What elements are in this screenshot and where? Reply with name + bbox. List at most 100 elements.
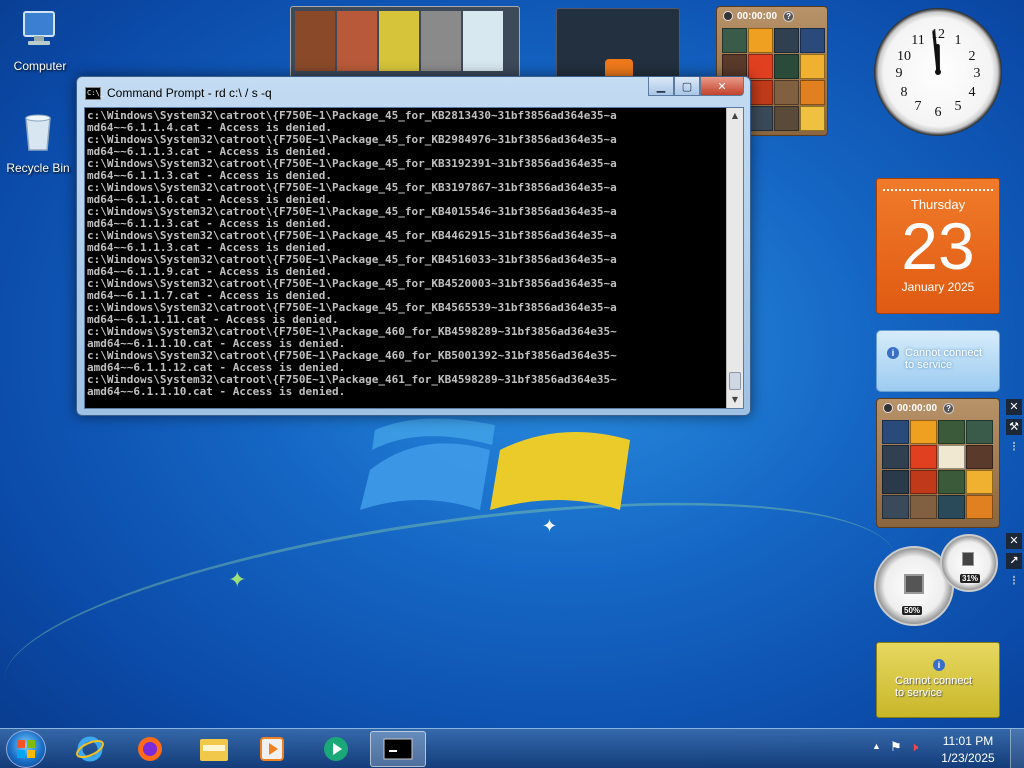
show-hidden-icons-icon[interactable]: ▲	[872, 741, 881, 751]
puzzle-tile[interactable]	[910, 495, 937, 519]
puzzle-tile[interactable]	[938, 445, 965, 469]
info-icon: i	[887, 347, 899, 359]
puzzle-timer: 00:00:00	[737, 10, 778, 22]
clock-gadget[interactable]: 12 1 2 345 678 9 10 11	[874, 8, 1002, 136]
show-desktop-button[interactable]	[1010, 729, 1024, 768]
puzzle-tile[interactable]	[966, 495, 993, 519]
taskbar-media-center[interactable]	[308, 731, 364, 767]
weather-gadget[interactable]: i Cannot connect to service	[876, 330, 1000, 392]
puzzle-tile[interactable]	[800, 106, 825, 131]
cpu-chip-icon	[904, 574, 924, 594]
gadget-drag-handle-icon[interactable]: ⋮	[1006, 573, 1022, 589]
puzzle-tile[interactable]	[774, 106, 799, 131]
volume-muted-icon[interactable]: 🕨	[910, 739, 918, 755]
calendar-month-year: January 2025	[901, 280, 975, 294]
cmd-icon: C:\_	[85, 86, 104, 100]
window-titlebar[interactable]: C:\_ Command Prompt - rd c:\ / s -q	[85, 82, 272, 104]
puzzle-tile[interactable]	[966, 470, 993, 494]
gadget-options-wrench-icon[interactable]: ⚒	[1006, 419, 1022, 435]
svg-text:5: 5	[955, 99, 962, 114]
puzzle-tile[interactable]	[882, 420, 909, 444]
puzzle-tile[interactable]	[938, 470, 965, 494]
puzzle-tile[interactable]	[882, 470, 909, 494]
desktop-icon-computer[interactable]: Computer	[2, 8, 78, 73]
minimize-button[interactable]: ▁	[648, 77, 674, 96]
puzzle-tile[interactable]	[882, 495, 909, 519]
taskbar-file-explorer[interactable]	[186, 731, 242, 767]
scroll-up-arrow-icon[interactable]: ▲	[727, 108, 743, 124]
picture-puzzle-gadget[interactable]: 00:00:00 ?	[876, 398, 1000, 528]
puzzle-help-button[interactable]: ?	[943, 402, 955, 414]
console-text: c:\Windows\System32\catroot\{F750E~1\Pac…	[87, 110, 727, 398]
puzzle-tile[interactable]	[748, 80, 773, 105]
tray-date[interactable]: 1/23/2025	[936, 751, 1000, 765]
puzzle-tile[interactable]	[910, 420, 937, 444]
start-button[interactable]	[6, 730, 46, 768]
taskbar-internet-explorer[interactable]	[62, 731, 118, 767]
gadget-drag-handle-icon[interactable]: ⋮	[1006, 439, 1022, 455]
windows-logo-wallpaper	[360, 418, 630, 510]
slideshow-tile	[379, 11, 419, 71]
service-error-line2: to service	[895, 687, 943, 699]
service-error-line1: Cannot connect	[895, 675, 973, 687]
gadget-close-icon[interactable]: ✕	[1006, 399, 1022, 415]
puzzle-tile[interactable]	[748, 28, 773, 53]
puzzle-tile[interactable]	[800, 28, 825, 53]
calendar-gadget[interactable]: Thursday 23 January 2025	[876, 178, 1000, 314]
puzzle-tile[interactable]	[800, 80, 825, 105]
svg-text:4: 4	[969, 85, 976, 100]
puzzle-tile[interactable]	[774, 28, 799, 53]
sparkle-icon: ✦	[228, 568, 247, 593]
desktop-icon-label: Recycle Bin	[6, 161, 70, 175]
maximize-button[interactable]: ▢	[674, 77, 700, 96]
desktop-icon-recycle-bin[interactable]: Recycle Bin	[0, 110, 76, 175]
recycle-bin-icon	[25, 114, 51, 151]
svg-text:8: 8	[901, 85, 908, 100]
currency-gadget[interactable]: i Cannot connect to service	[876, 642, 1000, 718]
puzzle-tile[interactable]	[882, 445, 909, 469]
puzzle-help-button[interactable]: ?	[783, 10, 795, 22]
taskbar-firefox[interactable]	[122, 731, 178, 767]
puzzle-tile[interactable]	[938, 420, 965, 444]
vertical-scrollbar[interactable]: ▲ ▼	[726, 108, 743, 408]
slideshow-gadget[interactable]	[290, 6, 520, 78]
console-output-area[interactable]: c:\Windows\System32\catroot\{F750E~1\Pac…	[84, 107, 744, 409]
action-center-flag-icon[interactable]: ⚑	[890, 739, 902, 755]
service-error-line2: to service	[905, 359, 953, 371]
puzzle-tile[interactable]	[910, 470, 937, 494]
svg-text:7: 7	[915, 99, 922, 114]
puzzle-tile[interactable]	[748, 106, 773, 131]
taskbar-media-player[interactable]	[244, 731, 300, 767]
close-button[interactable]: ✕	[700, 77, 744, 96]
scrollbar-thumb[interactable]	[729, 372, 741, 390]
media-center-icon	[324, 737, 348, 761]
puzzle-tile[interactable]	[774, 80, 799, 105]
puzzle-tile[interactable]	[966, 420, 993, 444]
puzzle-tile[interactable]	[748, 54, 773, 79]
feed-headlines-gadget[interactable]	[556, 8, 680, 80]
service-error-line1: Cannot connect	[905, 347, 983, 359]
system-tray: ▲ ⚑ 🕨 11:01 PM 1/23/2025	[864, 729, 1024, 768]
gadget-close-icon[interactable]: ✕	[1006, 533, 1022, 549]
puzzle-tile[interactable]	[722, 28, 747, 53]
memory-gauge[interactable]: 31%	[940, 534, 998, 592]
puzzle-tile[interactable]	[966, 445, 993, 469]
puzzle-tile[interactable]	[774, 54, 799, 79]
puzzle-tile[interactable]	[910, 445, 937, 469]
taskbar-command-prompt[interactable]	[370, 731, 426, 767]
puzzle-tile[interactable]	[800, 54, 825, 79]
scroll-down-arrow-icon[interactable]: ▼	[727, 392, 743, 408]
timer-icon	[883, 403, 893, 413]
tray-time[interactable]: 11:01 PM	[938, 734, 998, 748]
puzzle-tile[interactable]	[938, 495, 965, 519]
svg-text:10: 10	[897, 49, 911, 64]
command-prompt-window[interactable]: C:\_ Command Prompt - rd c:\ / s -q ▁ ▢ …	[76, 76, 751, 416]
svg-text:1: 1	[955, 33, 962, 48]
svg-text:3: 3	[974, 66, 981, 81]
svg-text:11: 11	[911, 33, 924, 48]
slideshow-tile	[295, 11, 335, 71]
desktop-icon-label: Computer	[13, 59, 67, 73]
slideshow-tile	[337, 11, 377, 71]
gadget-resize-icon[interactable]: ↗	[1006, 553, 1022, 569]
cpu-usage-value: 50%	[902, 606, 923, 615]
